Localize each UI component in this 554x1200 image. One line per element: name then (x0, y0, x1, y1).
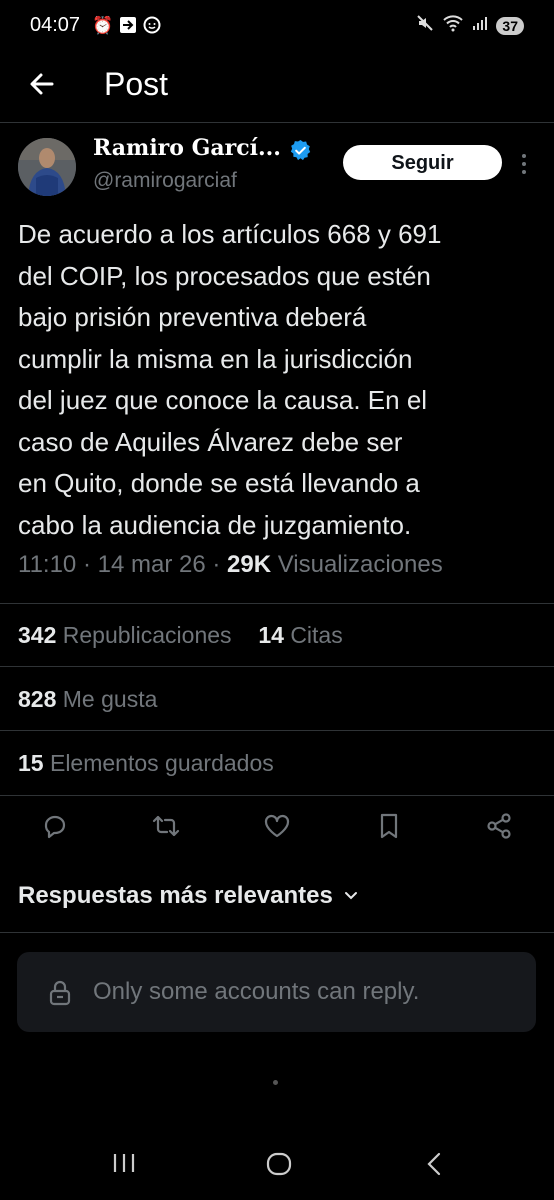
alarm-icon: ⏰ (92, 16, 114, 35)
post-action-bar (0, 811, 554, 851)
bookmarks-stat[interactable]: 15 Elementos guardados (18, 750, 274, 777)
reposts-stat[interactable]: 342 Republicaciones (18, 622, 232, 648)
recent-apps-button[interactable] (112, 1152, 136, 1179)
top-app-bar: Post (0, 52, 554, 123)
status-time: 04:07 (30, 14, 81, 36)
cast-icon (119, 16, 137, 39)
arrow-left-icon (30, 73, 54, 95)
divider (0, 795, 554, 796)
share-button[interactable] (484, 811, 514, 841)
follow-button[interactable]: Seguir (343, 145, 502, 180)
page-title: Post (104, 66, 169, 102)
divider (0, 932, 554, 933)
views-count: 29K (227, 551, 272, 578)
mute-icon (416, 14, 434, 37)
divider (0, 603, 554, 604)
repost-icon (152, 815, 180, 837)
divider (0, 666, 554, 667)
system-nav-bar (0, 1130, 554, 1200)
bookmark-button[interactable] (374, 811, 404, 841)
repost-quote-stats: 342 Republicaciones 14 Citas (18, 622, 343, 649)
battery-level: 37 (496, 16, 524, 35)
like-button[interactable] (262, 811, 292, 841)
verified-badge-icon (290, 139, 311, 161)
status-bar: 04:07 ⏰ 37 (0, 0, 554, 52)
author-name[interactable]: Ramiro Garcí... (93, 135, 281, 161)
back-button[interactable] (24, 66, 60, 102)
share-icon (487, 813, 511, 839)
more-vertical-icon (522, 154, 526, 174)
post-date[interactable]: 14 mar 26 (98, 551, 206, 578)
reply-button[interactable] (40, 811, 70, 841)
home-button[interactable] (266, 1152, 292, 1181)
divider (0, 730, 554, 731)
post-metadata: 11:10 · 14 mar 26 · 29K Visualizaciones (18, 551, 443, 578)
back-nav-button[interactable] (426, 1152, 442, 1181)
author-handle[interactable]: @ramirogarciaf (93, 169, 237, 193)
lock-icon (49, 980, 71, 1006)
post-time[interactable]: 11:10 (18, 551, 76, 578)
home-icon (266, 1152, 292, 1176)
heart-icon (264, 814, 290, 838)
wifi-icon (442, 14, 464, 37)
chevron-left-icon (427, 1152, 441, 1176)
more-options-button[interactable] (516, 150, 532, 178)
bookmark-icon (380, 813, 398, 839)
recent-apps-icon (113, 1154, 135, 1172)
avatar[interactable] (18, 138, 76, 196)
quotes-stat[interactable]: 14 Citas (258, 622, 342, 648)
repost-button[interactable] (150, 811, 180, 841)
page-indicator-dot (273, 1080, 278, 1085)
post-text: De acuerdo a los artículos 668 y 691 del… (18, 219, 442, 540)
chevron-down-icon (344, 892, 357, 900)
views-label: Visualizaciones (277, 551, 443, 578)
replies-sort-label: Respuestas más relevantes (18, 882, 333, 909)
reply-icon (44, 815, 66, 839)
profile-photo-icon (18, 138, 76, 196)
signal-icon (472, 15, 488, 36)
reply-restriction-text: Only some accounts can reply. (93, 978, 420, 1005)
replies-sort-dropdown[interactable]: Respuestas más relevantes (18, 882, 359, 910)
messenger-icon (143, 16, 161, 39)
reply-restriction-notice: Only some accounts can reply. (17, 952, 536, 1032)
likes-stat[interactable]: 828 Me gusta (18, 686, 157, 713)
